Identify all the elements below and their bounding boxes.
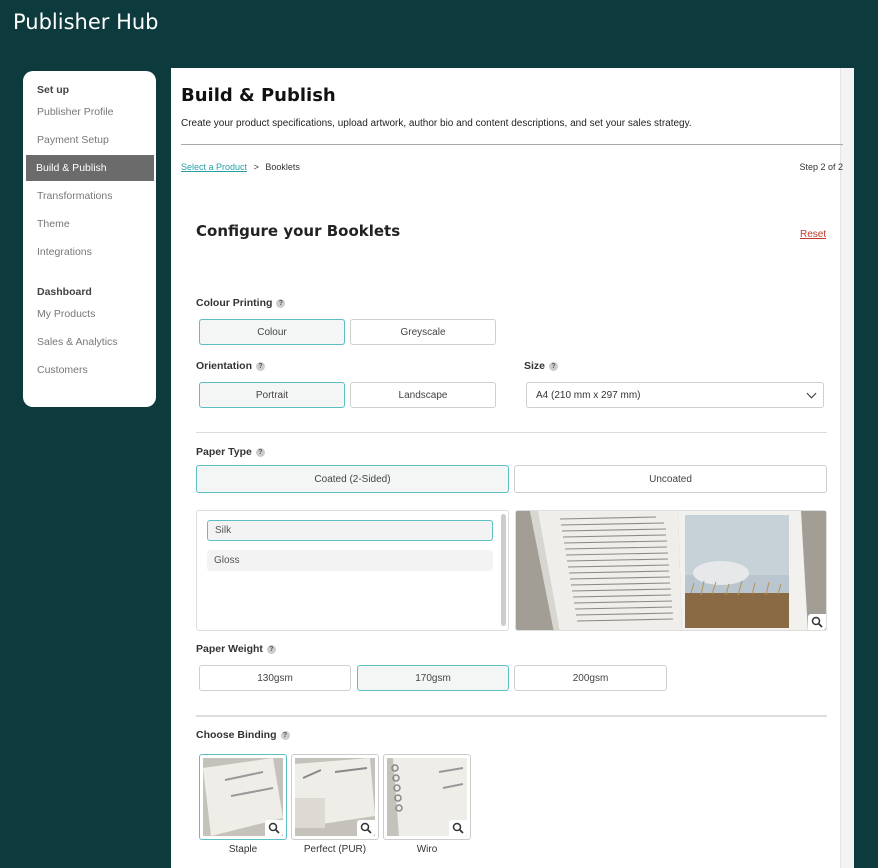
sidebar-item-integrations[interactable]: Integrations [23,239,156,265]
orientation-label-text: Orientation [196,360,253,372]
option-130gsm[interactable]: 130gsm [199,665,351,691]
binding-option-perfect[interactable] [291,754,379,840]
zoom-icon[interactable] [808,614,826,630]
colour-printing-label: Colour Printing ? [196,297,286,309]
staple-binding-image [203,758,283,836]
binding-label-perfect: Perfect (PUR) [303,844,367,855]
binding-label-wiro: Wiro [416,844,438,855]
option-landscape[interactable]: Landscape [350,382,496,408]
paper-type-label-text: Paper Type [196,446,252,458]
breadcrumb-link-select-product[interactable]: Select a Product [181,162,247,172]
option-greyscale[interactable]: Greyscale [350,319,496,345]
option-colour[interactable]: Colour [199,319,345,345]
list-scrollbar[interactable] [501,514,506,626]
option-200gsm[interactable]: 200gsm [514,665,667,691]
section-divider [196,432,827,433]
sidebar-item-publisher-profile[interactable]: Publisher Profile [23,99,156,125]
zoom-icon[interactable] [265,820,283,836]
sidebar: Set up Publisher Profile Payment Setup B… [23,71,156,407]
main-scrollbar[interactable] [840,68,854,868]
help-icon[interactable]: ? [276,298,286,308]
sidebar-item-theme[interactable]: Theme [23,211,156,237]
paper-type-label: Paper Type ? [196,446,265,458]
option-portrait[interactable]: Portrait [199,382,345,408]
finish-list: Silk Gloss [196,510,509,631]
sidebar-item-payment-setup[interactable]: Payment Setup [23,127,156,153]
orientation-label: Orientation ? [196,360,266,372]
reset-link[interactable]: Reset [800,229,826,240]
sidebar-item-sales-analytics[interactable]: Sales & Analytics [23,329,156,355]
finish-option-silk[interactable]: Silk [207,520,493,541]
main-panel: Build & Publish Create your product spec… [171,68,854,868]
binding-option-staple[interactable] [199,754,287,840]
option-coated[interactable]: Coated (2-Sided) [196,465,509,493]
section-divider [196,715,827,717]
sidebar-heading-dashboard: Dashboard [37,286,92,298]
binding-label-staple: Staple [228,844,258,855]
sidebar-heading-setup: Set up [37,84,70,96]
paper-weight-label: Paper Weight ? [196,643,276,655]
help-icon[interactable]: ? [256,361,266,371]
paper-weight-label-text: Paper Weight [196,643,263,655]
perfect-binding-image [295,758,375,836]
help-icon[interactable]: ? [266,644,276,654]
zoom-icon[interactable] [449,820,467,836]
breadcrumb-current: Booklets [265,162,300,172]
binding-label-text: Choose Binding [196,729,277,741]
breadcrumb: Select a Product > Booklets [181,162,300,172]
size-label: Size ? [524,360,559,372]
colour-printing-label-text: Colour Printing [196,297,273,309]
sidebar-item-transformations[interactable]: Transformations [23,183,156,209]
page-subtitle: Create your product specifications, uplo… [181,118,692,129]
size-label-text: Size [524,360,546,372]
page-title: Build & Publish [181,85,336,106]
sidebar-item-customers[interactable]: Customers [23,357,156,383]
book-photo [516,511,826,630]
help-icon[interactable]: ? [255,447,265,457]
step-indicator: Step 2 of 2 [799,162,843,172]
sidebar-item-build-publish[interactable]: Build & Publish [26,155,154,181]
chevron-down-icon [806,388,817,399]
option-170gsm[interactable]: 170gsm [357,665,509,691]
option-uncoated[interactable]: Uncoated [514,465,827,493]
header-divider [181,144,843,145]
wiro-binding-image [387,758,467,836]
sidebar-item-my-products[interactable]: My Products [23,301,156,327]
finish-option-gloss[interactable]: Gloss [207,550,493,571]
size-select-value: A4 (210 mm x 297 mm) [536,389,641,401]
help-icon[interactable]: ? [280,730,290,740]
config-title: Configure your Booklets [196,222,401,240]
app-title: Publisher Hub [13,10,159,34]
size-select[interactable]: A4 (210 mm x 297 mm) [526,382,824,408]
zoom-icon[interactable] [357,820,375,836]
binding-option-wiro[interactable] [383,754,471,840]
binding-label: Choose Binding ? [196,729,290,741]
breadcrumb-separator: > [253,162,259,172]
paper-preview-image [515,510,827,631]
help-icon[interactable]: ? [549,361,559,371]
